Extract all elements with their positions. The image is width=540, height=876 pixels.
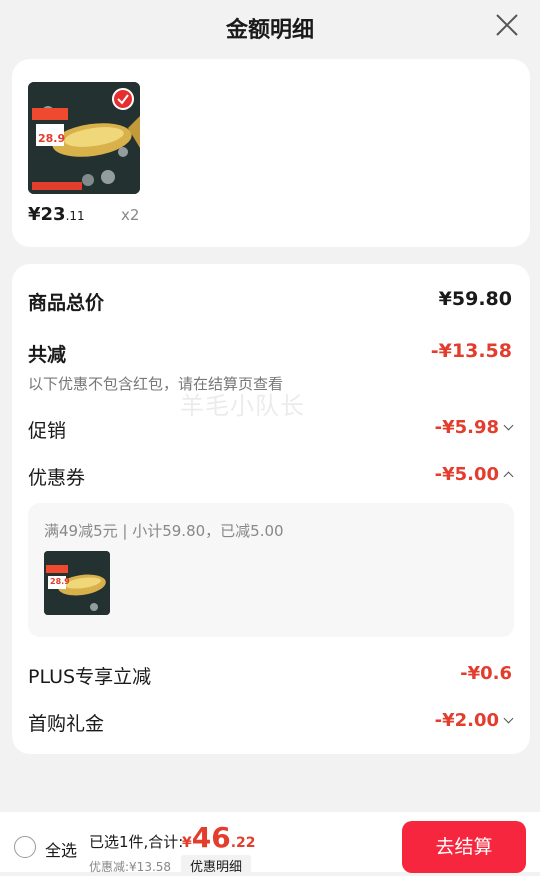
select-all-radio[interactable]	[14, 836, 36, 858]
price-badge: 28.9	[38, 132, 66, 145]
price-badge-small: 28.9	[50, 577, 70, 586]
selected-count: 已选1件,合计:	[89, 833, 184, 851]
coupon-detail-box: 满49减5元 | 小计59.80，已减5.00 28.9	[28, 503, 514, 637]
plus-value: -¥0.6	[460, 663, 512, 684]
total-label: 商品总价	[28, 292, 105, 314]
promo-row[interactable]: -¥5.98	[434, 417, 514, 438]
close-icon[interactable]	[494, 12, 520, 38]
reduce-label: 共减	[28, 344, 67, 366]
select-all-label[interactable]: 全选	[45, 837, 77, 861]
total-value: ¥59.80	[438, 288, 512, 310]
promo-value: -¥5.98	[434, 417, 499, 438]
chevron-down-icon	[503, 420, 514, 431]
discount-amount: 优惠减:¥13.58	[89, 860, 172, 874]
coupon-value: -¥5.00	[434, 464, 499, 485]
header: 金额明细	[0, 0, 540, 54]
coupon-label: 优惠券	[28, 467, 86, 489]
page-title: 金额明细	[225, 18, 314, 43]
checked-icon[interactable]	[112, 88, 134, 110]
plus-label: PLUS专享立减	[28, 666, 152, 688]
total-amount: ¥46.22	[182, 821, 256, 854]
bottom-bar: 全选 已选1件,合计: ¥46.22 优惠减:¥13.58 优惠明细 去结算	[0, 812, 540, 876]
product-image[interactable]: 28.9	[28, 82, 140, 194]
chevron-up-icon	[503, 471, 514, 482]
coupon-row[interactable]: -¥5.00	[434, 464, 514, 485]
product-quantity: x2	[121, 206, 140, 224]
promo-label: 促销	[28, 420, 67, 442]
discount-detail-button[interactable]: 优惠明细	[181, 855, 252, 876]
checkout-button[interactable]: 去结算	[402, 821, 526, 873]
coupon-product-image: 28.9	[44, 551, 110, 615]
chevron-down-icon	[503, 713, 514, 724]
product-price: ¥23.11	[28, 204, 85, 225]
watermark: 羊毛小队长	[180, 392, 305, 420]
firstbuy-row[interactable]: -¥2.00	[434, 710, 514, 731]
firstbuy-value: -¥2.00	[434, 710, 499, 731]
reduce-value: -¥13.58	[430, 340, 512, 362]
firstbuy-label: 首购礼金	[28, 713, 105, 735]
coupon-detail-text: 满49减5元 | 小计59.80，已减5.00	[44, 522, 284, 540]
